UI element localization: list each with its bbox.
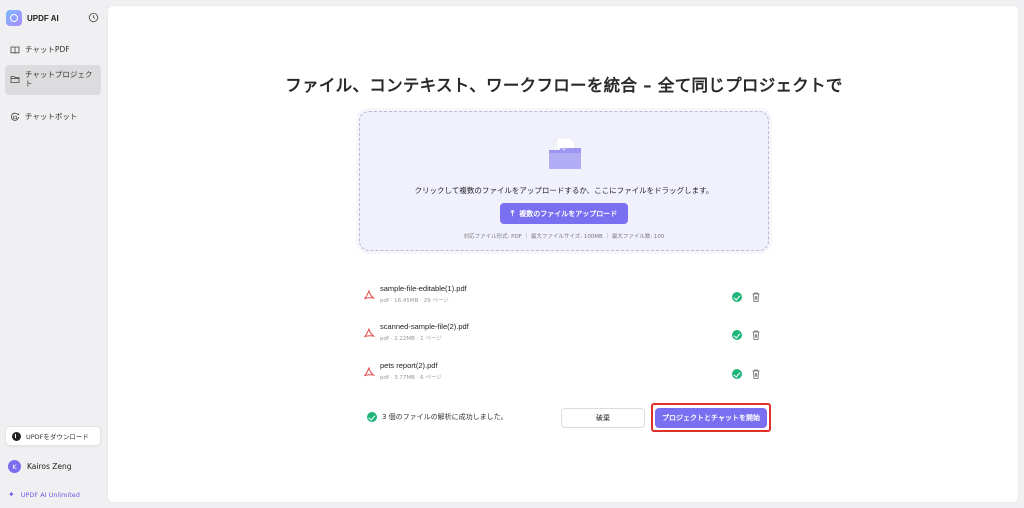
sidebar-item-label: チャットプロジェクト xyxy=(25,70,93,88)
download-label: UPDFをダウンロード xyxy=(26,433,89,441)
folder-icon xyxy=(10,76,20,83)
avatar: K xyxy=(8,460,21,473)
file-name: pets report(2).pdf xyxy=(380,361,438,370)
chat-bot-icon xyxy=(10,112,20,121)
start-project-chat-button[interactable]: プロジェクトとチャットを開始 xyxy=(655,408,767,428)
pdf-icon xyxy=(364,367,375,377)
plan-label: UPDF AI Unlimited xyxy=(20,490,80,499)
upload-icon: ⤒ xyxy=(510,208,515,218)
app-title: UPDF AI xyxy=(27,13,59,23)
sidebar-item-label: チャットPDF xyxy=(25,45,70,54)
success-check-icon xyxy=(367,412,377,422)
file-meta: pdf · 3.77MB · 6 ページ xyxy=(380,375,442,381)
sidebar-item-chat-pdf[interactable]: チャットPDF xyxy=(5,40,101,60)
download-updf-button[interactable]: UPDFをダウンロード xyxy=(5,426,101,446)
file-name: sample-file-editable(1).pdf xyxy=(380,284,467,293)
download-icon xyxy=(12,431,21,441)
success-check-icon xyxy=(732,369,742,379)
pdf-icon xyxy=(364,328,375,338)
dropzone-instruction: クリックして複数のファイルをアップロードするか、ここにファイルをドラッグします。 xyxy=(414,186,714,195)
file-meta: pdf · 2.22MB · 2 ページ xyxy=(380,336,442,342)
file-dropzone[interactable]: クリックして複数のファイルをアップロードするか、ここにファイルをドラッグします。… xyxy=(359,111,769,251)
book-icon xyxy=(10,46,20,54)
success-check-icon xyxy=(732,292,742,302)
main-panel: ファイル、コンテキスト、ワークフローを統合 – 全て同じプロジェクトで クリック… xyxy=(107,5,1019,503)
list-item: sample-file-editable(1).pdf pdf · 16.45M… xyxy=(359,282,769,312)
sidebar-item-chat-bot[interactable]: チャットボット xyxy=(5,107,101,127)
dropzone-meta: 対応ファイル形式: PDF ｜ 最大ファイルサイズ: 100MB ｜ 最大ファイ… xyxy=(463,234,665,240)
list-item: pets report(2).pdf pdf · 3.77MB · 6 ページ xyxy=(359,359,769,389)
trash-icon[interactable] xyxy=(751,291,761,303)
success-message: 3 個のファイルの解析に成功しました。 xyxy=(367,412,508,422)
sidebar: UPDF AI チャットPDF チャットプロジェクト チャットボット UPDFを… xyxy=(0,0,106,508)
success-check-icon xyxy=(732,330,742,340)
updf-logo-icon xyxy=(6,10,22,26)
user-profile[interactable]: K Kairos Zeng xyxy=(8,460,72,473)
trash-icon[interactable] xyxy=(751,329,761,341)
file-meta: pdf · 16.45MB · 29 ページ xyxy=(380,298,449,304)
page-title: ファイル、コンテキスト、ワークフローを統合 – 全て同じプロジェクトで xyxy=(285,76,843,95)
pdf-icon xyxy=(364,290,375,300)
discard-button[interactable]: 破棄 xyxy=(561,408,645,428)
sidebar-item-label: チャットボット xyxy=(25,112,78,121)
brand[interactable]: UPDF AI xyxy=(6,9,100,27)
list-item: scanned-sample-file(2).pdf pdf · 2.22MB … xyxy=(359,320,769,350)
user-name: Kairos Zeng xyxy=(27,462,72,471)
sidebar-item-chat-project[interactable]: チャットプロジェクト xyxy=(5,65,101,95)
upload-files-button[interactable]: ⤒ 複数のファイルをアップロード xyxy=(500,203,628,224)
plan-link[interactable]: ✦ UPDF AI Unlimited xyxy=(8,490,80,499)
sparkle-icon: ✦ xyxy=(8,490,15,499)
success-text: 3 個のファイルの解析に成功しました。 xyxy=(382,413,508,421)
trash-icon[interactable] xyxy=(751,368,761,380)
folder-documents-icon xyxy=(549,137,581,169)
file-name: scanned-sample-file(2).pdf xyxy=(380,322,469,331)
history-icon[interactable] xyxy=(88,12,99,23)
upload-label: 複数のファイルをアップロード xyxy=(519,209,618,218)
